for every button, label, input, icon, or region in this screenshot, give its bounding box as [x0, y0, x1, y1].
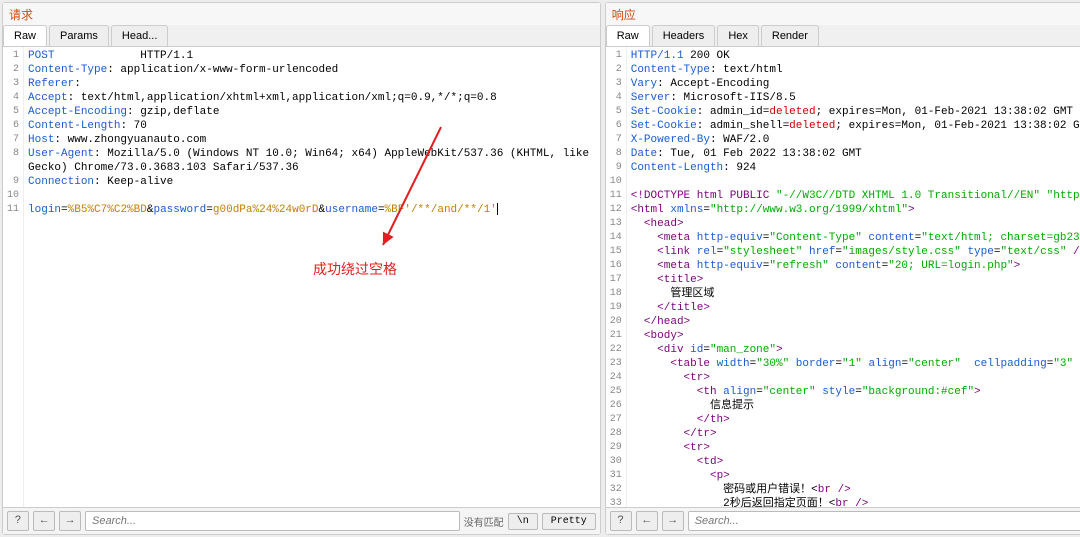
forward-arrow-icon[interactable]: → — [59, 511, 81, 531]
request-tabs: RawParamsHead... — [3, 25, 600, 47]
tab-params[interactable]: Params — [49, 25, 109, 46]
back-arrow-icon[interactable]: ← — [636, 511, 658, 531]
response-line-gutter: 1234567891011121314151617181920212223242… — [606, 47, 627, 507]
help-icon[interactable]: ? — [7, 511, 29, 531]
tab-head[interactable]: Head... — [111, 25, 168, 46]
response-code[interactable]: HTTP/1.1 200 OKContent-Type: text/htmlVa… — [627, 47, 1080, 507]
pretty-button[interactable]: Pretty — [542, 513, 596, 530]
response-panel: 响应 RawHeadersHexRender 12345678910111213… — [605, 2, 1080, 535]
request-panel: 请求 RawParamsHead... 1234567891011 POST H… — [2, 2, 601, 535]
response-footer: ? ← → 没有匹配 \n Pretty — [606, 507, 1080, 534]
forward-arrow-icon[interactable]: → — [662, 511, 684, 531]
help-icon[interactable]: ? — [610, 511, 632, 531]
tab-raw[interactable]: Raw — [606, 25, 650, 46]
request-code[interactable]: POST HTTP/1.1Content-Type: application/x… — [24, 47, 600, 507]
response-tabs: RawHeadersHexRender — [606, 25, 1080, 47]
request-line-gutter: 1234567891011 — [3, 47, 24, 507]
response-title: 响应 — [606, 3, 1080, 25]
response-editor[interactable]: 1234567891011121314151617181920212223242… — [606, 47, 1080, 507]
tab-render[interactable]: Render — [761, 25, 819, 46]
tab-headers[interactable]: Headers — [652, 25, 716, 46]
response-search-input[interactable] — [688, 511, 1080, 531]
tab-raw[interactable]: Raw — [3, 25, 47, 46]
request-search-input[interactable] — [85, 511, 460, 531]
tab-hex[interactable]: Hex — [717, 25, 759, 46]
newline-button[interactable]: \n — [508, 513, 538, 530]
request-footer: ? ← → 没有匹配 \n Pretty — [3, 507, 600, 534]
app-root: 请求 RawParamsHead... 1234567891011 POST H… — [0, 0, 1080, 537]
no-match-label: 没有匹配 — [464, 514, 504, 529]
request-title: 请求 — [3, 3, 600, 25]
request-editor[interactable]: 1234567891011 POST HTTP/1.1Content-Type:… — [3, 47, 600, 507]
back-arrow-icon[interactable]: ← — [33, 511, 55, 531]
